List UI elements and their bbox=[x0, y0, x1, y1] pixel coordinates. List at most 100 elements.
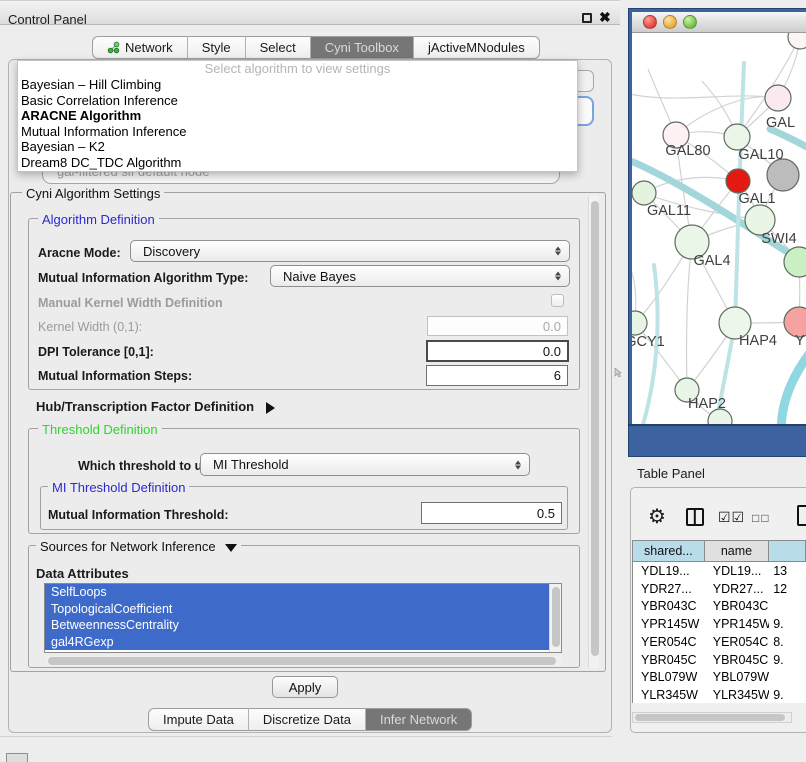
dock-panel-icon[interactable] bbox=[6, 753, 28, 762]
network-graph: GALGAL80GAL10GAL11GAL1SWI4GAL4GCY1HAP4YH… bbox=[632, 33, 806, 424]
table-cell: 13 bbox=[769, 562, 806, 580]
hub-definition-toggle[interactable]: Hub/Transcription Factor Definition bbox=[36, 399, 275, 414]
table-cell: YBR045C bbox=[705, 651, 769, 669]
algorithm-definition-title: Algorithm Definition bbox=[38, 212, 159, 227]
mi-threshold-field[interactable]: 0.5 bbox=[421, 502, 562, 524]
mi-steps-label: Mutual Information Steps: bbox=[38, 369, 192, 383]
network-canvas[interactable]: GALGAL80GAL10GAL11GAL1SWI4GAL4GCY1HAP4YH… bbox=[632, 33, 806, 424]
window-close-icon[interactable] bbox=[643, 15, 657, 29]
settings-scrollbar[interactable] bbox=[588, 196, 599, 668]
network-node[interactable] bbox=[632, 311, 647, 335]
attribute-item[interactable]: TopologicalCoefficient bbox=[45, 601, 550, 618]
table-cell: YER054C bbox=[705, 633, 769, 651]
deselect-all-checkboxes-icon[interactable]: □□ bbox=[752, 511, 771, 525]
attribute-item[interactable]: BetweennessCentrality bbox=[45, 617, 550, 634]
table-row[interactable]: YDL19...YDL19...13 bbox=[633, 562, 806, 580]
table-cell: 9. bbox=[769, 686, 806, 703]
network-node-label: GCY1 bbox=[632, 334, 665, 350]
mi-threshold-title: MI Threshold Definition bbox=[48, 480, 189, 495]
algorithm-option[interactable]: Basic Correlation Inference bbox=[18, 93, 577, 109]
table-row[interactable]: YBR045CYBR045C9. bbox=[633, 651, 806, 669]
window-zoom-icon[interactable] bbox=[683, 15, 697, 29]
table-cell bbox=[769, 669, 806, 687]
data-attributes-label: Data Attributes bbox=[36, 566, 129, 581]
network-node[interactable] bbox=[765, 85, 791, 111]
tab-select-label: Select bbox=[260, 40, 296, 55]
attributes-scrollbar[interactable] bbox=[549, 584, 561, 652]
table-cell: YDL19... bbox=[633, 562, 705, 580]
table-cell: YPR145W bbox=[633, 615, 705, 633]
attribute-item[interactable]: gal4RGexp bbox=[45, 634, 550, 651]
table-hscrollbar[interactable] bbox=[632, 712, 792, 723]
document-icon[interactable] bbox=[797, 505, 806, 526]
algorithm-option[interactable]: Mutual Information Inference bbox=[18, 124, 577, 140]
table-cell bbox=[769, 598, 806, 616]
dpi-tolerance-label: DPI Tolerance [0,1]: bbox=[38, 345, 154, 359]
close-icon[interactable]: ✖ bbox=[599, 9, 611, 26]
tab-style[interactable]: Style bbox=[188, 36, 246, 59]
table-cell: 9. bbox=[769, 651, 806, 669]
tab-infer-network[interactable]: Infer Network bbox=[366, 708, 472, 731]
network-node[interactable] bbox=[788, 33, 806, 49]
manual-kernel-label: Manual Kernel Width Definition bbox=[38, 296, 223, 310]
apply-button[interactable]: Apply bbox=[272, 676, 338, 698]
tab-select[interactable]: Select bbox=[246, 36, 311, 59]
table-cell: YLR345W bbox=[633, 686, 705, 703]
network-window-titlebar[interactable] bbox=[632, 12, 806, 33]
algorithm-option[interactable]: Bayesian – K2 bbox=[18, 139, 577, 155]
mi-type-value: Naive Bayes bbox=[283, 269, 356, 284]
table-cell: 12 bbox=[769, 580, 806, 598]
network-node-label: GAL4 bbox=[693, 253, 730, 269]
network-node-label: GAL80 bbox=[665, 143, 710, 159]
mi-type-combo[interactable]: Naive Bayes bbox=[270, 265, 570, 287]
table-column-header[interactable] bbox=[769, 541, 806, 562]
table-row[interactable]: YLR345WYLR345W9. bbox=[633, 686, 806, 703]
tab-jactivemnodules[interactable]: jActiveMNodules bbox=[414, 36, 540, 59]
float-window-icon[interactable] bbox=[582, 13, 592, 23]
dpi-tolerance-field[interactable]: 0.0 bbox=[426, 340, 569, 362]
select-all-checkboxes-icon[interactable]: ☑☑ bbox=[718, 509, 745, 526]
attribute-table[interactable]: shared...name YDL19...YDL19...13YDR27...… bbox=[632, 540, 806, 703]
data-attributes-list[interactable]: SelfLoopsTopologicalCoefficientBetweenne… bbox=[44, 583, 562, 653]
table-cell: YDR27... bbox=[633, 580, 705, 598]
mi-steps-field[interactable]: 6 bbox=[426, 365, 568, 386]
tab-cyni-toolbox[interactable]: Cyni Toolbox bbox=[311, 36, 414, 59]
table-column-header[interactable]: name bbox=[705, 541, 769, 562]
network-node[interactable] bbox=[632, 181, 656, 205]
table-row[interactable]: YDR27...YDR27...12 bbox=[633, 580, 806, 598]
mouse-cursor bbox=[614, 368, 622, 378]
manual-kernel-checkbox[interactable] bbox=[551, 294, 564, 307]
tab-impute-data-label: Impute Data bbox=[163, 712, 234, 727]
algorithm-option[interactable]: Bayesian – Hill Climbing bbox=[18, 77, 577, 93]
table-column-header[interactable]: shared... bbox=[633, 541, 705, 562]
spinner-icon bbox=[515, 460, 521, 469]
algorithm-option[interactable]: Dream8 DC_TDC Algorithm bbox=[18, 155, 577, 171]
tab-network-label: Network bbox=[125, 40, 173, 55]
gear-icon[interactable]: ⚙ bbox=[648, 504, 666, 529]
network-node[interactable] bbox=[726, 169, 750, 193]
which-threshold-combo[interactable]: MI Threshold bbox=[200, 453, 530, 476]
network-node-label: GAL11 bbox=[647, 203, 691, 219]
sources-toggle[interactable]: Sources for Network Inference bbox=[36, 539, 241, 554]
tab-discretize-data-label: Discretize Data bbox=[263, 712, 351, 727]
window-minimize-icon[interactable] bbox=[663, 15, 677, 29]
network-node[interactable] bbox=[767, 159, 799, 191]
aracne-mode-combo[interactable]: Discovery bbox=[130, 240, 570, 262]
algorithm-popup-list: Bayesian – Hill ClimbingBasic Correlatio… bbox=[18, 77, 577, 170]
algorithm-popup-placeholder: Select algorithm to view settings bbox=[18, 61, 577, 77]
tab-discretize-data[interactable]: Discretize Data bbox=[249, 708, 366, 731]
table-row[interactable]: YBR043CYBR043C bbox=[633, 598, 806, 616]
columns-icon[interactable] bbox=[686, 508, 704, 526]
tab-impute-data[interactable]: Impute Data bbox=[148, 708, 249, 731]
control-panel-tabbar: Network Style Select Cyni Toolbox jActiv… bbox=[92, 36, 540, 59]
attributes-hscrollbar[interactable] bbox=[46, 656, 562, 666]
table-row[interactable]: YBL079WYBL079W bbox=[633, 669, 806, 687]
tab-network[interactable]: Network bbox=[92, 36, 188, 59]
tab-infer-network-label: Infer Network bbox=[380, 712, 457, 727]
algorithm-option[interactable]: ARACNE Algorithm bbox=[18, 108, 577, 124]
attribute-item[interactable]: SelfLoops bbox=[45, 584, 550, 601]
threshold-definition-title: Threshold Definition bbox=[38, 422, 162, 437]
network-node-label: GAL bbox=[766, 115, 795, 131]
table-row[interactable]: YPR145WYPR145W9. bbox=[633, 615, 806, 633]
table-row[interactable]: YER054CYER054C8. bbox=[633, 633, 806, 651]
